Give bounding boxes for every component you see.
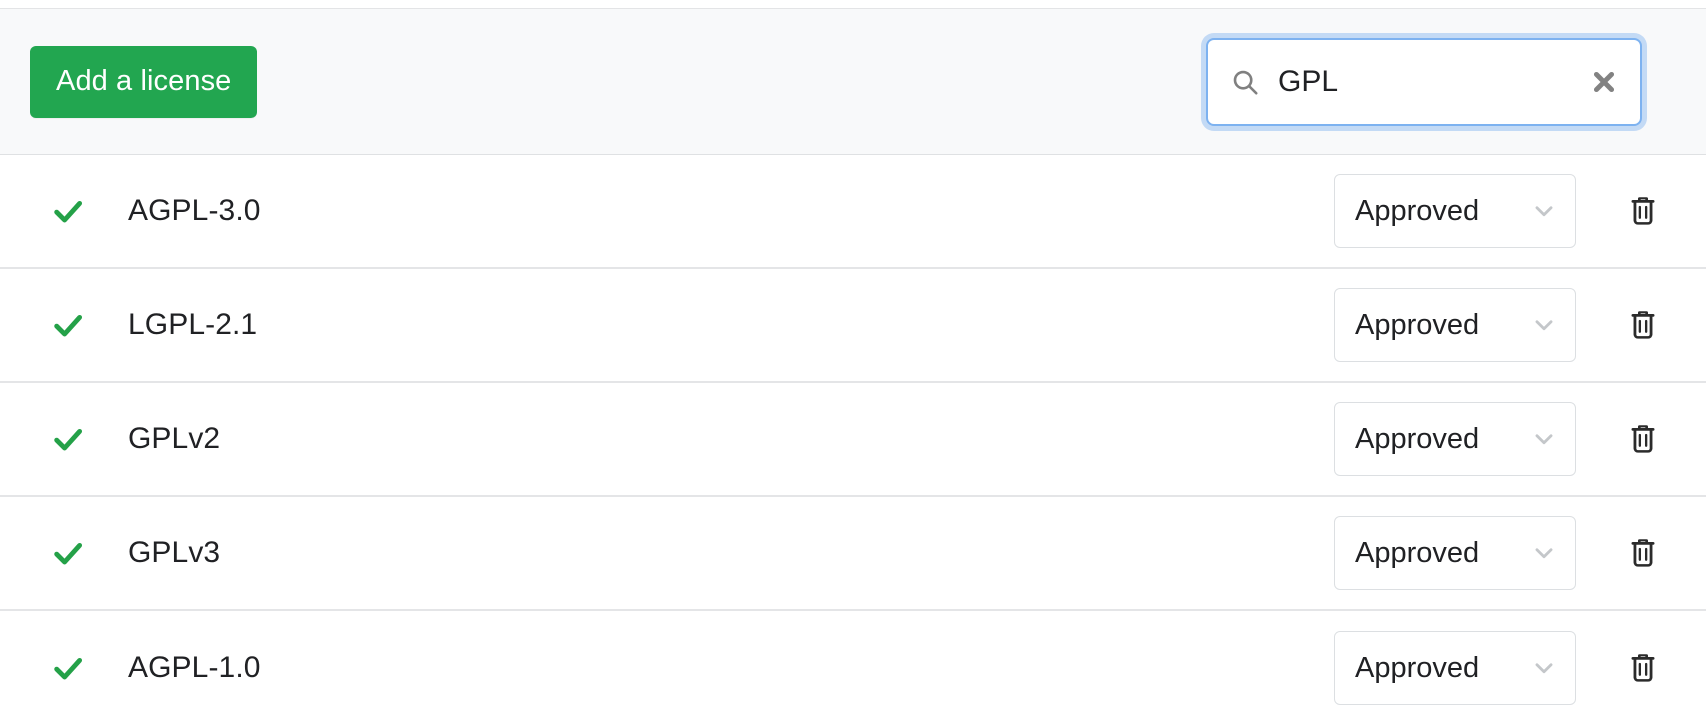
table-row: LGPL-2.1 Approved [0, 269, 1706, 383]
license-name: LGPL-2.1 [128, 308, 258, 341]
search-icon [1230, 67, 1260, 97]
status-value: Approved [1355, 422, 1480, 455]
search-box[interactable] [1206, 37, 1642, 126]
toolbar: Add a license [0, 8, 1706, 155]
chevron-down-icon [1531, 655, 1557, 681]
table-row: GPLv3 Approved [0, 497, 1706, 611]
license-name: GPLv2 [128, 422, 221, 455]
license-status-cell: Approved [1334, 288, 1576, 362]
chevron-down-icon [1531, 198, 1557, 224]
status-dropdown[interactable]: Approved [1334, 174, 1576, 248]
license-approved-cell [0, 536, 128, 570]
license-list: AGPL-3.0 Approved LGPL-2.1 Approved GPLv… [0, 155, 1706, 725]
trash-icon [1629, 423, 1657, 455]
license-delete-cell [1606, 648, 1680, 688]
license-delete-cell [1606, 533, 1680, 573]
delete-license-button[interactable] [1623, 533, 1663, 573]
license-status-cell: Approved [1334, 402, 1576, 476]
license-approved-cell [0, 422, 128, 456]
status-value: Approved [1355, 194, 1480, 227]
check-icon [51, 536, 85, 570]
license-status-cell: Approved [1334, 516, 1576, 590]
trash-icon [1629, 195, 1657, 227]
check-icon [51, 308, 85, 342]
table-row: AGPL-3.0 Approved [0, 155, 1706, 269]
license-name: AGPL-3.0 [128, 194, 261, 227]
license-approved-cell [0, 194, 128, 228]
status-dropdown[interactable]: Approved [1334, 516, 1576, 590]
close-icon [1590, 68, 1618, 96]
table-row: AGPL-1.0 Approved [0, 611, 1706, 725]
check-icon [51, 422, 85, 456]
check-icon [51, 194, 85, 228]
chevron-down-icon [1531, 312, 1557, 338]
trash-icon [1629, 537, 1657, 569]
license-name: AGPL-1.0 [128, 651, 261, 684]
status-value: Approved [1355, 308, 1480, 341]
status-value: Approved [1355, 536, 1480, 569]
license-approved-cell [0, 651, 128, 685]
status-dropdown[interactable]: Approved [1334, 402, 1576, 476]
license-approved-cell [0, 308, 128, 342]
license-name: GPLv3 [128, 536, 221, 569]
license-status-cell: Approved [1334, 631, 1576, 705]
clear-search-button[interactable] [1584, 62, 1624, 102]
trash-icon [1629, 309, 1657, 341]
top-gutter [0, 0, 1706, 8]
status-dropdown[interactable]: Approved [1334, 288, 1576, 362]
license-status-cell: Approved [1334, 174, 1576, 248]
delete-license-button[interactable] [1623, 648, 1663, 688]
delete-license-button[interactable] [1623, 419, 1663, 459]
license-management-page: Add a license GPL AGPL-3.0 Approved LGPL… [0, 0, 1706, 728]
status-dropdown[interactable]: Approved [1334, 631, 1576, 705]
search-input[interactable] [1278, 64, 1584, 99]
table-row: GPLv2 Approved [0, 383, 1706, 497]
chevron-down-icon [1531, 540, 1557, 566]
license-delete-cell [1606, 305, 1680, 345]
trash-icon [1629, 652, 1657, 684]
chevron-down-icon [1531, 426, 1557, 452]
add-license-button[interactable]: Add a license [30, 45, 258, 118]
delete-license-button[interactable] [1623, 191, 1663, 231]
check-icon [51, 651, 85, 685]
delete-license-button[interactable] [1623, 305, 1663, 345]
status-value: Approved [1355, 651, 1480, 684]
license-delete-cell [1606, 419, 1680, 459]
license-delete-cell [1606, 191, 1680, 231]
